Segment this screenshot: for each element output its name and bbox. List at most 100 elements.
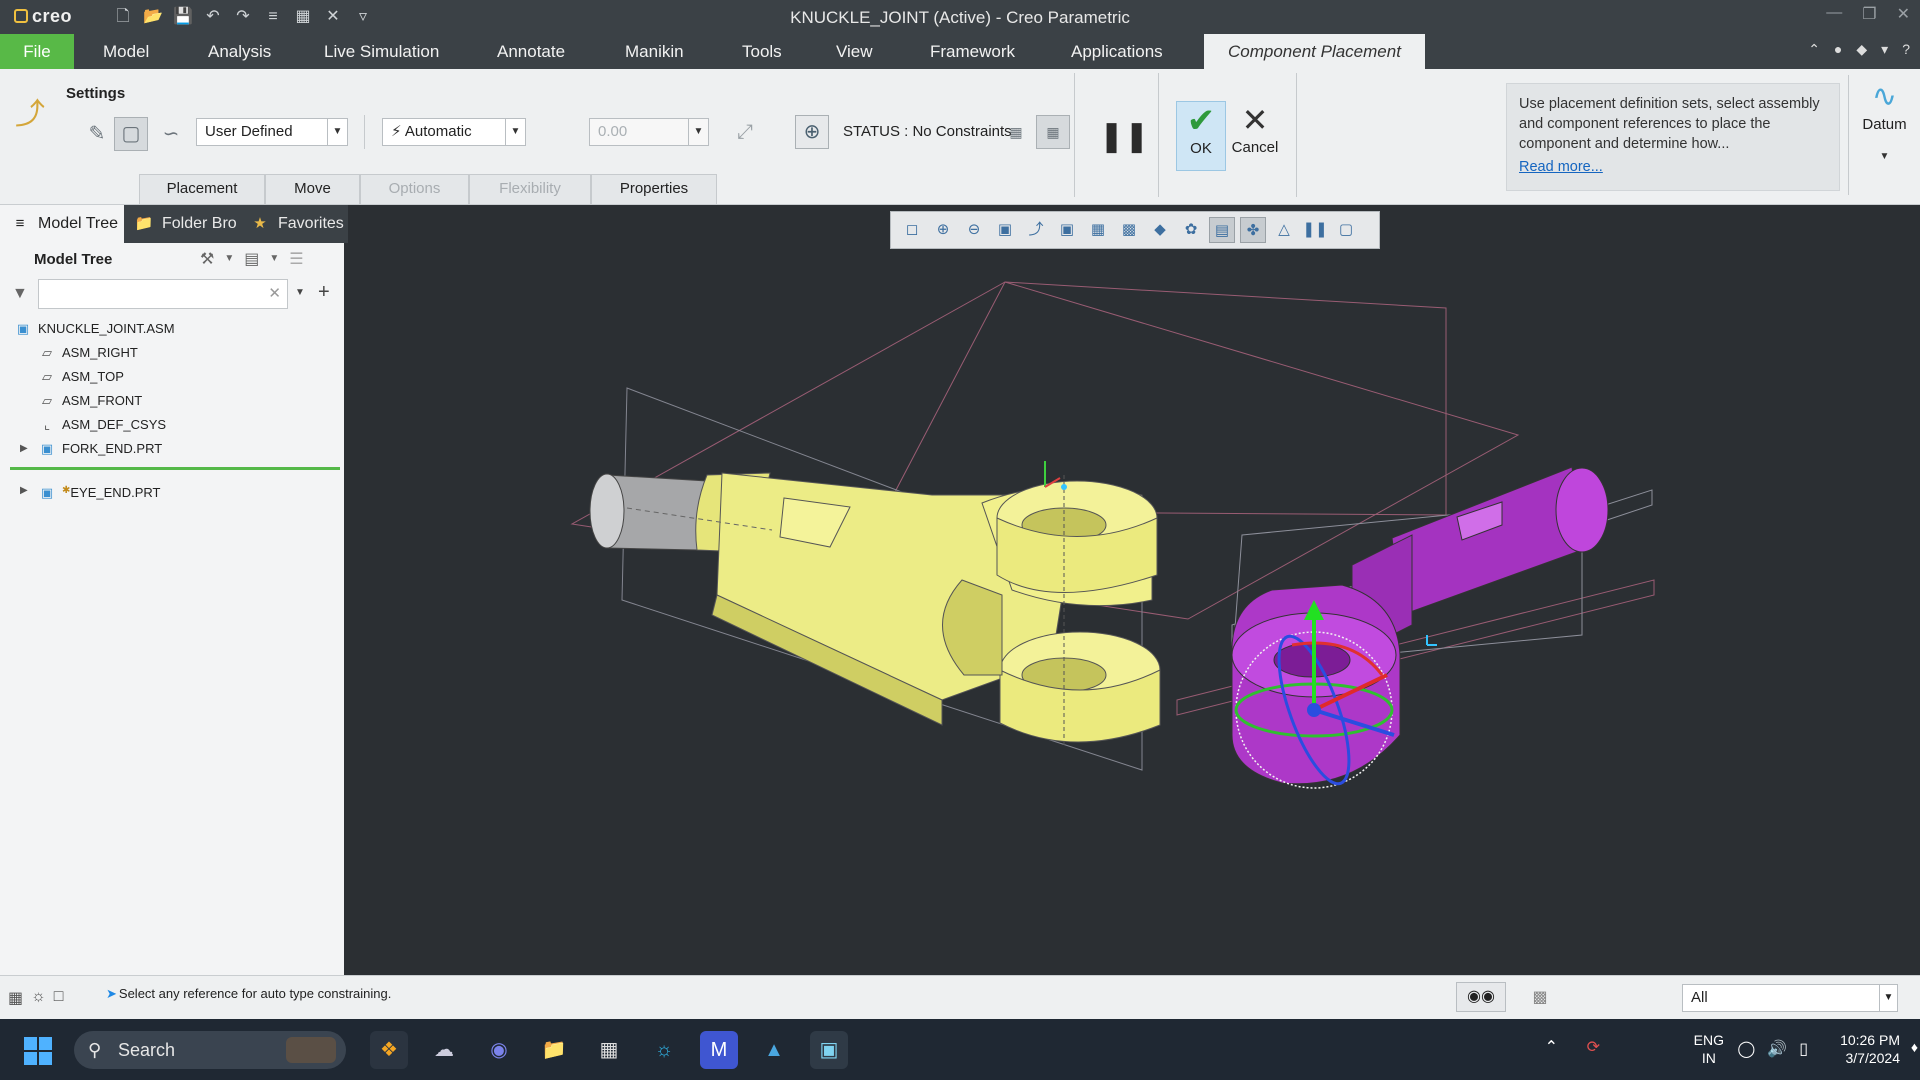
insert-here-indicator[interactable] — [10, 467, 340, 470]
eye-end-part[interactable] — [1231, 466, 1609, 792]
placement-coordinate-icon[interactable]: ⊕ — [795, 115, 829, 149]
cancel-button[interactable]: ✕ Cancel — [1230, 101, 1280, 171]
minimize-icon[interactable]: — — [1826, 4, 1842, 24]
clear-icon[interactable]: ✕ — [268, 284, 281, 302]
flexible-icon[interactable]: ∽ — [154, 117, 188, 151]
pause-animation-icon[interactable]: ❚❚ — [1302, 217, 1328, 243]
tab-manikin[interactable]: Manikin — [625, 34, 684, 69]
find-button[interactable]: ◉◉ — [1456, 982, 1506, 1012]
stop-icon[interactable]: ▢ — [1333, 217, 1359, 243]
tab-component-placement[interactable]: Component Placement — [1204, 34, 1425, 69]
restore-icon[interactable]: ❐ — [1862, 4, 1876, 24]
tree-item-asm-def-csys[interactable]: ⌞ ASM_DEF_CSYS — [38, 415, 166, 435]
user-defined-set-icon[interactable]: ▢ — [114, 117, 148, 151]
volume-icon[interactable]: 🔊 — [1767, 1039, 1787, 1059]
teams-icon[interactable]: ◉ — [480, 1031, 518, 1069]
tree-item-asm-front[interactable]: ▱ ASM_FRONT — [38, 391, 142, 411]
tab-live-simulation[interactable]: Live Simulation — [324, 34, 439, 69]
tab-file[interactable]: File — [0, 34, 74, 69]
annotation-display-icon[interactable]: ▤ — [1209, 217, 1235, 243]
pause-icon[interactable]: ❚❚ — [1098, 115, 1149, 159]
tab-analysis[interactable]: Analysis — [208, 34, 271, 69]
tree-item-asm-top[interactable]: ▱ ASM_TOP — [38, 367, 124, 387]
navigator-toggle-icon[interactable]: ▦ — [8, 988, 23, 1008]
tab-model[interactable]: Model — [103, 34, 149, 69]
tree-item-fork-end[interactable]: ▶ ▣ FORK_END.PRT — [20, 439, 162, 459]
offset-input[interactable]: 0.00 ▼ — [589, 118, 709, 146]
refit-icon[interactable]: ◻ — [899, 217, 925, 243]
chevron-down-icon[interactable]: ▼ — [269, 249, 279, 269]
subtab-placement[interactable]: Placement — [139, 174, 265, 204]
taskbar-search[interactable]: ⚲ Search — [74, 1031, 346, 1069]
language-indicator[interactable]: ENG IN — [1694, 1031, 1724, 1067]
network-icon[interactable]: ◯ — [1737, 1039, 1755, 1059]
help-icon[interactable]: ? — [1902, 41, 1910, 58]
constraint-set-dropdown[interactable]: User Defined ▼ — [196, 118, 348, 146]
notification-icon[interactable]: ● — [1834, 41, 1842, 58]
ok-button[interactable]: ✔ OK — [1176, 101, 1226, 171]
geometry-check-icon[interactable]: ▩ — [1526, 984, 1554, 1012]
subtab-move[interactable]: Move — [265, 174, 360, 204]
add-filter-icon[interactable]: + — [318, 281, 330, 304]
view-manager-icon[interactable]: ▩ — [1116, 217, 1142, 243]
tree-search-input[interactable]: ✕ — [38, 279, 288, 309]
close-icon[interactable]: ✕ — [1897, 4, 1910, 24]
tab-framework[interactable]: Framework — [930, 34, 1015, 69]
subtab-properties[interactable]: Properties — [591, 174, 717, 204]
tab-folder-browser[interactable]: 📁 Folder Bro — [124, 205, 240, 243]
perspective-icon[interactable]: ◆ — [1147, 217, 1173, 243]
flip-constraint-icon[interactable]: ⤢ — [728, 115, 762, 149]
reorient-icon[interactable]: ⤴ — [1023, 217, 1049, 243]
browser-toggle-icon[interactable]: ☼ — [31, 988, 46, 1008]
fullscreen-icon[interactable]: □ — [54, 988, 64, 1008]
clock[interactable]: 10:26 PM 3/7/2024 — [1810, 1031, 1900, 1067]
copilot-icon[interactable]: ❖ — [370, 1031, 408, 1069]
display-style-icon[interactable]: ▣ — [1054, 217, 1080, 243]
assembly-window-icon[interactable]: ▦ — [1036, 115, 1070, 149]
dropdown-icon[interactable]: ▾ — [1881, 41, 1888, 58]
tab-tools[interactable]: Tools — [742, 34, 782, 69]
minimize-ribbon-icon[interactable]: ⌃ — [1808, 41, 1820, 58]
file-explorer-icon[interactable]: 📁 — [535, 1031, 573, 1069]
tree-settings-icon[interactable]: ⚒ — [200, 249, 214, 269]
fork-end-part[interactable] — [589, 461, 1161, 745]
simulation-display-icon[interactable]: △ — [1271, 217, 1297, 243]
notification-bell-icon[interactable]: ♦ — [1911, 1039, 1918, 1055]
show-icon[interactable]: ▤ — [244, 249, 259, 269]
chevron-down-icon[interactable]: ▼ — [295, 287, 305, 298]
tree-item-assembly[interactable]: ▣ KNUCKLE_JOINT.ASM — [14, 319, 175, 339]
model-graphics[interactable] — [352, 205, 1920, 975]
tab-model-tree[interactable]: ≡ Model Tree — [0, 205, 124, 243]
graphics-viewport[interactable] — [352, 205, 1920, 975]
spin-center-icon[interactable]: ✤ — [1240, 217, 1266, 243]
chevron-down-icon[interactable]: ▼ — [224, 249, 234, 269]
edge-icon[interactable]: ☼ — [645, 1031, 683, 1069]
saved-orientations-icon[interactable]: ▦ — [1085, 217, 1111, 243]
mechanism-connection-icon[interactable]: ✎ — [80, 117, 114, 151]
creo-launcher-icon[interactable]: ▲ — [755, 1031, 793, 1069]
creo-parametric-icon[interactable]: ▣ — [810, 1031, 848, 1069]
tab-applications[interactable]: Applications — [1071, 34, 1163, 69]
constraint-type-dropdown[interactable]: ⚡ Automatic ▼ — [382, 118, 526, 146]
datum-group[interactable]: ∿ Datum ▼ — [1848, 75, 1920, 195]
windows-start-icon[interactable] — [24, 1037, 52, 1065]
zoom-out-icon[interactable]: ⊖ — [961, 217, 987, 243]
weather-icon[interactable]: ☁ — [425, 1031, 463, 1069]
selection-filter-dropdown[interactable]: All ▼ — [1682, 984, 1898, 1012]
tab-view[interactable]: View — [836, 34, 873, 69]
expand-icon[interactable]: ▶ — [20, 439, 28, 459]
learning-icon[interactable]: ◆ — [1856, 41, 1867, 58]
tab-favorites[interactable]: ★ Favorites — [240, 205, 348, 243]
read-more-link[interactable]: Read more... — [1519, 157, 1827, 177]
expand-icon[interactable]: ▶ — [20, 481, 28, 501]
battery-icon[interactable]: ▯ — [1799, 1039, 1808, 1059]
datum-display-icon[interactable]: ✿ — [1178, 217, 1204, 243]
tree-item-eye-end[interactable]: ▶ ▣ ✱EYE_END.PRT — [20, 481, 160, 501]
repaint-icon[interactable]: ▣ — [992, 217, 1018, 243]
tree-filter-icon[interactable]: ☰ — [289, 249, 303, 269]
tab-annotate[interactable]: Annotate — [497, 34, 565, 69]
show-hidden-icons[interactable]: ⌃ — [1545, 1037, 1558, 1057]
zoom-in-icon[interactable]: ⊕ — [930, 217, 956, 243]
store-icon[interactable]: ▦ — [590, 1031, 628, 1069]
mathcad-icon[interactable]: M — [700, 1031, 738, 1069]
